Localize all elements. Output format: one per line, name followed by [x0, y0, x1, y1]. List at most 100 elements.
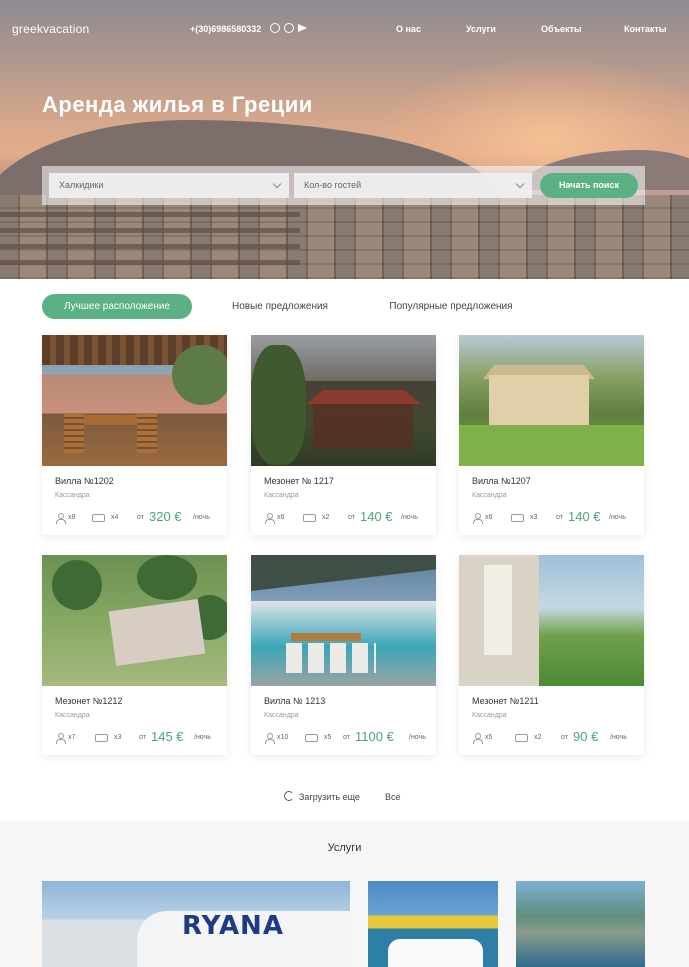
guests-select-value: Кол-во гостей: [304, 180, 362, 190]
guests-icon: [264, 513, 275, 524]
listing-card[interactable]: Мезонет №1212 Кассандра x7 x3 от 145 € /…: [42, 555, 227, 755]
pine-tree: [52, 560, 102, 610]
hero-title: Аренда жилья в Греции: [42, 92, 313, 117]
listing-meta: x5 x2 от 90 € /ночь: [472, 729, 642, 745]
listing-title[interactable]: Мезонет № 1217: [264, 476, 334, 486]
guests-count: x10: [277, 734, 289, 741]
listing-title[interactable]: Вилла № 1213: [264, 696, 325, 706]
site-logo[interactable]: greekvacation: [12, 22, 89, 36]
chairs: [286, 643, 376, 673]
service-card-flights[interactable]: RYANA: [42, 881, 350, 967]
service-card-excursions[interactable]: [516, 881, 645, 967]
beds-count: x2: [534, 734, 542, 741]
reload-icon: [284, 791, 294, 801]
top-navigation: greekvacation +(30)6986580332 О нас Услу…: [0, 0, 689, 56]
listing-card[interactable]: Вилла №1202 Кассандра x8 x4 от 320 € /но…: [42, 335, 227, 535]
nav-contacts[interactable]: Контакты: [624, 24, 666, 34]
guests-count: x5: [485, 734, 493, 741]
listing-title[interactable]: Мезонет №1211: [472, 696, 539, 706]
price-per-night: /ночь: [610, 734, 627, 741]
guests-count: x6: [277, 514, 285, 521]
price-value: 320 €: [149, 509, 182, 524]
tab-best-location[interactable]: Лучшее расположение: [42, 294, 192, 319]
guests-icon: [55, 733, 66, 744]
telegram-icon[interactable]: [298, 24, 307, 32]
house: [108, 599, 206, 666]
listing-city: Кассандра: [472, 492, 507, 499]
listing-photo[interactable]: [459, 555, 644, 686]
listing-meta: x6 x2 от 140 € /ночь: [264, 509, 434, 525]
listing-photo[interactable]: [251, 335, 436, 466]
price-per-night: /ночь: [194, 734, 211, 741]
bed-icon: [303, 514, 316, 522]
services-title: Услуги: [327, 842, 362, 854]
bed-icon: [305, 734, 318, 742]
guests-count: x8: [68, 514, 76, 521]
chevron-down-icon: [272, 179, 282, 189]
price-per-night: /ночь: [193, 514, 210, 521]
price-value: 145 €: [151, 729, 184, 744]
listing-photo[interactable]: [42, 555, 227, 686]
phone-number[interactable]: +(30)6986580332: [190, 24, 261, 34]
listing-card[interactable]: Вилла №1207 Кассандра x6 x3 от 140 € /но…: [459, 335, 644, 535]
listing-card[interactable]: Мезонет № 1217 Кассандра x6 x2 от 140 € …: [251, 335, 436, 535]
chevron-down-icon: [515, 179, 525, 189]
bed-icon: [515, 734, 528, 742]
gazebo-roof: [306, 390, 421, 404]
guests-icon: [472, 513, 483, 524]
nav-properties[interactable]: Объекты: [541, 24, 582, 34]
listing-title[interactable]: Вилла №1202: [55, 476, 114, 486]
listing-photo[interactable]: [251, 555, 436, 686]
tree: [251, 345, 306, 465]
listing-meta: x6 x3 от 140 € /ночь: [472, 509, 642, 525]
beds-count: x3: [114, 734, 122, 741]
listing-card[interactable]: Вилла № 1213 Кассандра x10 x5 от 1100 € …: [251, 555, 436, 755]
listing-title[interactable]: Вилла №1207: [472, 476, 531, 486]
lawn: [459, 425, 644, 466]
viber-icon[interactable]: [284, 23, 294, 33]
whatsapp-icon[interactable]: [270, 23, 280, 33]
price-value: 140 €: [568, 509, 601, 524]
region-select[interactable]: Халкидики: [49, 173, 289, 198]
curtain: [484, 565, 512, 655]
listing-city: Кассандра: [472, 712, 507, 719]
search-bar: Халкидики Кол-во гостей Начать поиск: [42, 166, 645, 205]
table: [291, 633, 361, 641]
pine-tree: [137, 555, 197, 600]
guests-select[interactable]: Кол-во гостей: [294, 173, 532, 198]
chair: [137, 413, 157, 453]
listing-title[interactable]: Мезонет №1212: [55, 696, 122, 706]
load-more-label: Загрузить еще: [299, 792, 360, 802]
house: [489, 375, 589, 425]
price-value: 140 €: [360, 509, 393, 524]
guests-icon: [264, 733, 275, 744]
nav-services[interactable]: Услуги: [466, 24, 496, 34]
listing-photo[interactable]: [42, 335, 227, 466]
listing-photo[interactable]: [459, 335, 644, 466]
price-per-night: /ночь: [609, 514, 626, 521]
tab-popular-offers[interactable]: Популярные предложения: [376, 294, 526, 319]
nav-about[interactable]: О нас: [396, 24, 421, 34]
all-listings-link[interactable]: Все: [385, 792, 401, 802]
service-card-car-rental[interactable]: [368, 881, 498, 967]
price-from: от: [137, 514, 144, 521]
bed-icon: [511, 514, 524, 522]
bed-icon: [95, 734, 108, 742]
airline-logo-text: RYANA: [182, 911, 284, 941]
chair: [64, 413, 84, 453]
gazebo: [313, 404, 413, 449]
listing-meta: x8 x4 от 320 € /ночь: [55, 509, 225, 525]
beds-count: x5: [324, 734, 332, 741]
beds-count: x2: [322, 514, 330, 521]
listing-city: Кассандра: [55, 712, 90, 719]
listing-card[interactable]: Мезонет №1211 Кассандра x5 x2 от 90 € /н…: [459, 555, 644, 755]
guests-count: x6: [485, 514, 493, 521]
car: [388, 939, 483, 967]
tab-new-offers[interactable]: Новые предложения: [220, 294, 340, 319]
listing-meta: x7 x3 от 145 € /ночь: [55, 729, 225, 745]
listing-city: Кассандра: [264, 492, 299, 499]
price-per-night: /ночь: [409, 734, 426, 741]
hero-banner: greekvacation +(30)6986580332 О нас Услу…: [0, 0, 689, 279]
services-section: Услуги RYANA: [0, 821, 689, 967]
search-button[interactable]: Начать поиск: [540, 173, 638, 198]
